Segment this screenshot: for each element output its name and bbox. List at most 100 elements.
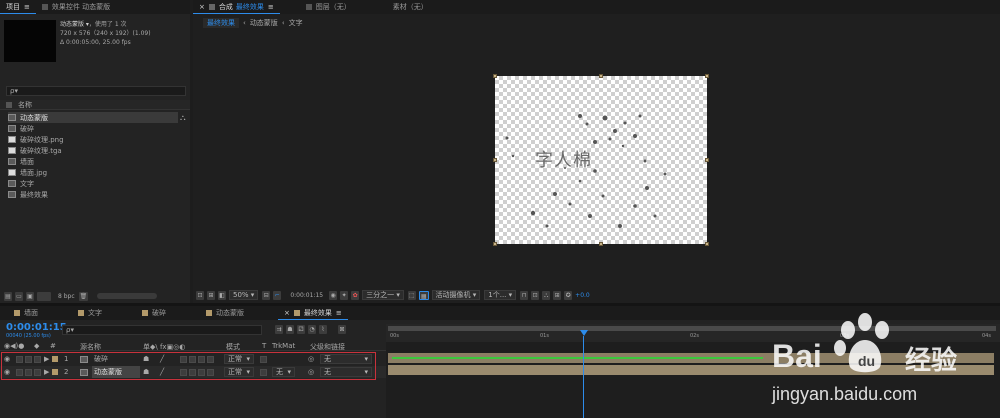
transform-handle-tc[interactable] (599, 74, 603, 78)
timeline-tab[interactable]: 墙面 (8, 306, 44, 320)
transform-handle-bc[interactable] (599, 242, 603, 246)
tab-composition[interactable]: × 合成 最终效果 ≡ (193, 0, 280, 14)
tab-effect-controls[interactable]: 效果控件 动态蒙版 (36, 0, 116, 14)
transform-handle-br[interactable] (705, 242, 709, 246)
flowchart-icon[interactable]: ⊞ (553, 290, 562, 300)
grid-icon[interactable]: ⊞ (207, 290, 215, 300)
tab-footage[interactable]: 素材（无） (387, 0, 434, 14)
new-folder-icon[interactable]: ▭ (15, 291, 23, 301)
project-item[interactable]: 破碎纹理.png (8, 134, 178, 145)
timecode-display[interactable]: 0:00:01:15 (290, 292, 323, 299)
image-file-icon (8, 136, 16, 143)
project-panel: 项目 ≡ 效果控件 动态蒙版 动态蒙版 ▾，使用了 1 次 720 x 576（… (0, 0, 190, 303)
roi-icon[interactable]: ⬚ (407, 290, 416, 300)
tab-layer[interactable]: 图层（无） (300, 0, 357, 14)
breadcrumb-item-2[interactable]: 文字 (289, 18, 303, 28)
close-icon[interactable]: × (284, 309, 290, 317)
comp-canvas[interactable]: 字人棉 (495, 76, 707, 244)
playhead-marker[interactable] (580, 330, 588, 336)
highlight-box (1, 352, 376, 380)
snapshot-icon[interactable]: ◉ (329, 290, 338, 300)
comp-mini-flowchart-icon[interactable]: ⇉ (275, 325, 283, 334)
project-item[interactable]: 破碎纹理.tga (8, 145, 178, 156)
current-timecode[interactable]: 0:00:01:15 (6, 322, 67, 333)
project-item-label: 最终效果 (20, 190, 48, 199)
label-header-icon[interactable]: ◆ (34, 342, 39, 350)
num-header[interactable]: # (50, 342, 56, 350)
label-icon[interactable] (6, 101, 12, 108)
project-item[interactable]: 墙面 (8, 156, 178, 167)
new-comp-icon[interactable]: ▣ (26, 291, 34, 301)
breadcrumb-item-1[interactable]: 动态蒙版 (250, 18, 278, 28)
always-preview-icon[interactable]: ⊡ (196, 290, 204, 300)
guides-icon[interactable]: ⊟ (262, 290, 271, 300)
bpc-label[interactable]: 8 bpc (58, 293, 75, 300)
close-icon[interactable]: × (199, 3, 205, 11)
toggle-pixel-icon[interactable]: ⊓ (520, 290, 529, 300)
zoom-dropdown[interactable]: 50% ▾ (229, 290, 259, 300)
tab-project[interactable]: 项目 ≡ (0, 0, 36, 14)
project-item[interactable]: 动态蒙版 (8, 112, 178, 123)
source-name-header[interactable]: 源名称 (80, 342, 101, 352)
timeline-tab[interactable]: 文字 (72, 306, 108, 320)
show-snapshot-icon[interactable]: ✦ (340, 290, 349, 300)
project-item-label: 墙面 (20, 157, 34, 166)
transform-handle-ml[interactable] (493, 158, 497, 162)
project-item[interactable]: 文字 (8, 178, 178, 189)
shatter-particles (505, 114, 667, 228)
views-dropdown[interactable]: 1个... ▾ (484, 290, 517, 300)
timeline-tab[interactable]: 动态蒙版 (200, 306, 250, 320)
transform-handle-tr[interactable] (705, 74, 709, 78)
breadcrumb-item-0[interactable]: 最终效果 (203, 18, 239, 28)
timeline-tab-label: 破碎 (152, 309, 166, 317)
graph-editor-icon[interactable]: ⌇ (319, 325, 327, 334)
mode-header[interactable]: 模式 (226, 342, 240, 352)
timeline-tab[interactable]: 破碎 (136, 306, 172, 320)
parent-header[interactable]: 父级和链接 (310, 342, 345, 352)
project-search-input[interactable]: ρ▾ (6, 86, 186, 96)
flowchart-icon[interactable]: ⛬ (180, 113, 186, 123)
frame-blending-icon[interactable]: ⚁ (297, 325, 305, 334)
project-item[interactable]: 最终效果 (8, 189, 178, 200)
item-info: 动态蒙版 ▾，使用了 1 次 720 x 576（240 x 192）(1.09… (60, 20, 151, 47)
project-scrollbar[interactable] (97, 293, 158, 299)
transform-handle-tl[interactable] (493, 74, 497, 78)
motion-blur-icon[interactable]: ◔ (308, 325, 316, 334)
transparency-grid-icon[interactable]: ▦ (418, 290, 429, 300)
fast-preview-icon[interactable]: ⊡ (531, 290, 540, 300)
menu-icon[interactable]: ≡ (268, 3, 274, 11)
comp-tabbar: × 合成 最终效果 ≡ 图层（无） 素材（无） (193, 0, 1000, 14)
transform-handle-mr[interactable] (705, 158, 709, 162)
menu-icon[interactable]: ≡ (24, 3, 30, 11)
item-name[interactable]: 动态蒙版 ▾ (60, 21, 89, 28)
switches-header: 单◆\ fx▣◎◐ (143, 343, 186, 351)
resolution-dropdown[interactable]: 三分之一 ▾ (362, 290, 404, 300)
camera-dropdown[interactable]: 活动摄像机 ▾ (431, 290, 481, 300)
mask-icon[interactable]: ◧ (218, 290, 226, 300)
composition-panel: × 合成 最终效果 ≡ 图层（无） 素材（无） 最终效果 ‹ 动态蒙版 ‹ 文字 (193, 0, 1000, 303)
region-icon[interactable]: ⌐ (273, 290, 282, 300)
trash-icon[interactable]: 🗑 (78, 291, 89, 301)
timeline-tab-label: 动态蒙版 (216, 309, 244, 317)
interpret-footage-icon[interactable]: ▤ (4, 291, 12, 301)
svg-text:du: du (858, 353, 875, 369)
timeline-tab[interactable]: × 最终效果 ≡ (278, 306, 348, 320)
timeline-icon[interactable]: ⛬ (542, 290, 551, 300)
project-settings-icon[interactable] (37, 291, 51, 301)
shy-icon[interactable]: ☗ (286, 325, 294, 334)
exposure-icon[interactable]: ✪ (564, 290, 573, 300)
render-toggle-icon[interactable]: ⊠ (338, 325, 346, 334)
project-item[interactable]: 墙面.jpg (8, 167, 178, 178)
channel-icon[interactable]: ✿ (351, 290, 360, 300)
watermark-logo-text: Bai (772, 338, 822, 374)
exposure-value[interactable]: +0.0 (575, 292, 590, 299)
timeline-search-input[interactable]: ρ▾ (62, 325, 262, 335)
trkmat-header[interactable]: TrkMat (272, 342, 295, 350)
item-thumbnail (4, 20, 56, 62)
lock-icon (305, 4, 312, 10)
project-item[interactable]: 破碎 (8, 123, 178, 134)
paw-icon: du (834, 313, 889, 373)
menu-icon[interactable]: ≡ (336, 309, 342, 317)
transform-handle-bl[interactable] (493, 242, 497, 246)
column-name-header[interactable]: 名称 (18, 100, 32, 110)
